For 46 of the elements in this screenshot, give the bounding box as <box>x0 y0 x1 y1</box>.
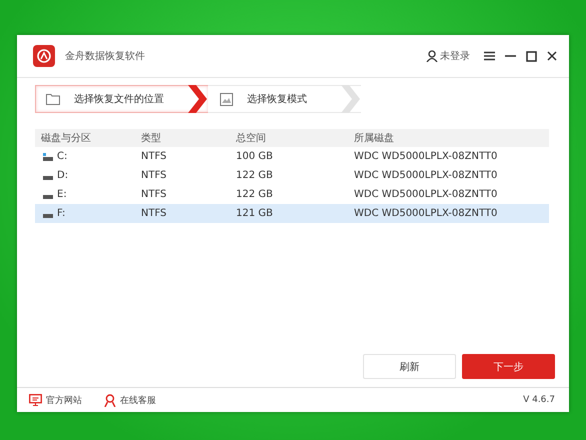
column-header: 磁盘与分区 <box>40 132 92 145</box>
person-icon <box>104 394 116 406</box>
column-header: 类型 <box>141 132 162 145</box>
close-icon[interactable] <box>547 51 557 61</box>
partition-row[interactable]: C: NTFS 100 GB WDC WD5000LPLX-08ZNTT0 <box>35 147 549 166</box>
table-cell-text: WDC WD5000LPLX-08ZNTT0 <box>354 151 498 162</box>
step-tab[interactable]: 选择恢复模式 <box>208 85 361 113</box>
service-link[interactable]: 在线客服 <box>120 394 156 406</box>
table-cell-text: NTFS <box>141 189 168 200</box>
table-cell: F: <box>57 208 66 219</box>
logo-icon <box>33 45 55 67</box>
column-header: 所属磁盘 <box>354 132 395 145</box>
column-header: 总空间 <box>236 132 267 145</box>
table-cell-text: WDC WD5000LPLX-08ZNTT0 <box>354 170 498 181</box>
table-cell-text: WDC WD5000LPLX-08ZNTT0 <box>354 189 498 200</box>
window-title: 金舟数据恢复软件 <box>65 50 145 63</box>
table-cell-text: NTFS <box>141 208 168 219</box>
system-drive-icon <box>43 152 53 160</box>
user-icon[interactable] <box>426 50 438 62</box>
partition-row[interactable]: F: NTFS 121 GB WDC WD5000LPLX-08ZNTT0 <box>35 204 549 223</box>
minimize-icon[interactable] <box>505 55 516 57</box>
table-cell-text: NTFS <box>141 151 168 162</box>
monitor-icon <box>29 394 42 406</box>
table-cell-text: 122 GB <box>236 189 274 200</box>
table-cell: C: <box>57 151 68 162</box>
table-cell-text: 100 GB <box>236 151 274 162</box>
login-status-link[interactable]: 未登录 <box>440 49 470 63</box>
chevron-icon <box>188 85 208 113</box>
chevron-icon <box>341 85 361 113</box>
image-icon <box>220 92 233 106</box>
refresh-button[interactable]: 刷新 <box>363 354 456 379</box>
table-cell-text: NTFS <box>141 170 168 181</box>
folder-icon <box>46 93 60 105</box>
table-cell: E: <box>57 189 67 200</box>
table-cell-text: 121 GB <box>236 208 274 219</box>
menu-icon[interactable] <box>484 51 495 61</box>
step-tab[interactable]: 选择恢复文件的位置 <box>35 85 208 113</box>
next-button[interactable]: 下一步 <box>462 354 555 379</box>
table-cell: D: <box>57 170 68 181</box>
partition-row[interactable]: D: NTFS 122 GB WDC WD5000LPLX-08ZNTT0 <box>35 166 549 185</box>
website-link[interactable]: 官方网站 <box>46 394 82 406</box>
table-cell-text: 122 GB <box>236 170 274 181</box>
table-cell-text: WDC WD5000LPLX-08ZNTT0 <box>354 208 498 219</box>
partition-row[interactable]: E: NTFS 122 GB WDC WD5000LPLX-08ZNTT0 <box>35 185 549 204</box>
version-label: V 4.6.7 <box>523 395 555 405</box>
maximize-icon[interactable] <box>526 50 537 62</box>
